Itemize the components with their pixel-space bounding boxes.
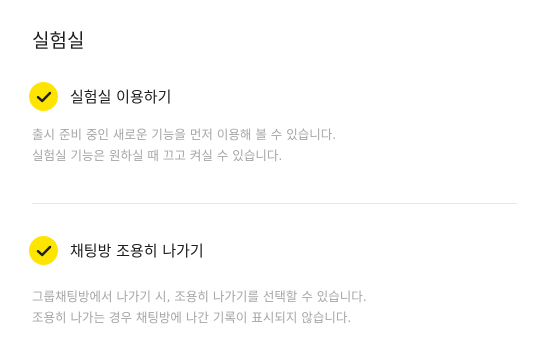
lab-option-label: 실험실 이용하기: [70, 87, 172, 106]
section-title: 실험실: [32, 30, 85, 52]
quiet-leave-checkbox[interactable]: [29, 236, 58, 265]
quiet-leave-option[interactable]: 채팅방 조용히 나가기: [29, 236, 204, 265]
lab-toggle-option[interactable]: 실험실 이용하기: [29, 82, 171, 111]
lab-option-description: 출시 준비 중인 새로운 기능을 먼저 이용해 볼 수 있습니다. 실험실 기능…: [32, 124, 336, 166]
check-icon: [36, 245, 51, 256]
lab-description-line: 실험실 기능은 원하실 때 끄고 켜실 수 있습니다.: [32, 148, 283, 163]
check-icon: [36, 91, 51, 102]
lab-description-line: 출시 준비 중인 새로운 기능을 먼저 이용해 볼 수 있습니다.: [32, 127, 337, 142]
quiet-leave-option-label: 채팅방 조용히 나가기: [70, 241, 204, 260]
quiet-leave-option-description: 그룹채팅방에서 나가기 시, 조용히 나가기를 선택할 수 있습니다. 조용히 …: [32, 286, 367, 328]
lab-checkbox[interactable]: [29, 82, 58, 111]
lab-settings-panel: 실험실 실험실 이용하기 출시 준비 중인 새로운 기능을 먼저 이용해 볼 수…: [0, 0, 537, 341]
quiet-leave-description-line: 조용히 나가는 경우 채팅방에 나간 기록이 표시되지 않습니다.: [32, 310, 352, 325]
quiet-leave-description-line: 그룹채팅방에서 나가기 시, 조용히 나가기를 선택할 수 있습니다.: [32, 289, 367, 304]
section-divider: [32, 203, 517, 204]
